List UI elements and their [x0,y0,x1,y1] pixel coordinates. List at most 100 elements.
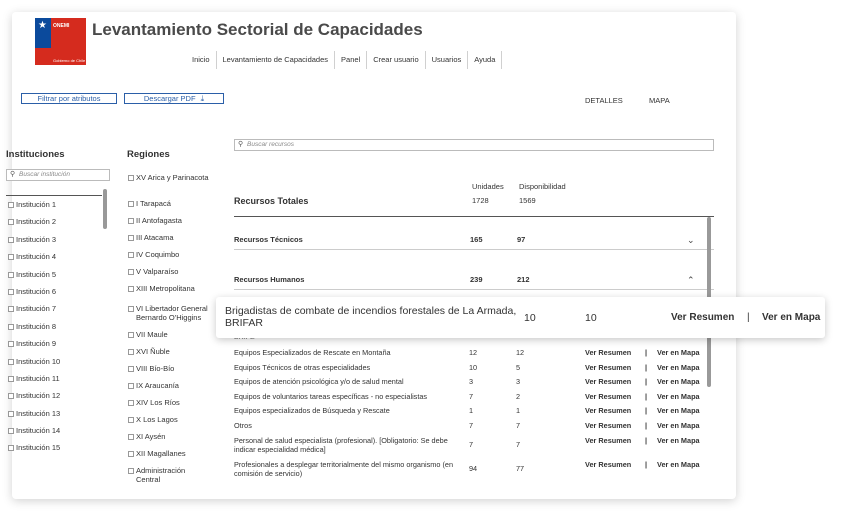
checkbox[interactable] [128,269,134,275]
checkbox[interactable] [8,254,14,261]
instituciones-list: Institución 1 Institución 2 Institución … [8,200,60,461]
checkbox[interactable] [128,451,134,457]
checkbox[interactable] [128,332,134,338]
chevron-up-icon[interactable]: ⌃ [687,275,695,286]
checkbox[interactable] [8,202,14,208]
ver-resumen-link[interactable]: Ver Resumen [585,421,631,430]
checkbox[interactable] [8,358,14,365]
ver-resumen-link[interactable]: Ver Resumen [585,406,631,415]
ver-resumen-link[interactable]: Ver Resumen [585,436,631,445]
download-pdf-button[interactable]: Descargar PDF ⤓ [124,93,224,104]
region-item[interactable]: I Tarapacá [128,199,220,216]
checkbox[interactable] [8,393,14,400]
institucion-item[interactable]: Institución 11 [8,374,60,391]
institucion-item[interactable]: Institución 15 [8,443,60,460]
checkbox[interactable] [8,236,14,243]
checkbox[interactable] [8,271,14,278]
checkbox[interactable] [128,235,134,241]
ver-en-mapa-link[interactable]: Ver en Mapa [657,406,700,415]
ver-en-mapa-link[interactable]: Ver en Mapa [657,421,700,430]
nav-crear-usuario[interactable]: Crear usuario [366,51,424,69]
checkbox[interactable] [128,349,134,355]
checkbox[interactable] [128,383,134,389]
checkbox[interactable] [8,341,14,348]
recursos-humanos-label[interactable]: Recursos Humanos [234,275,304,284]
checkbox[interactable] [128,400,134,406]
region-item[interactable]: VII Maule [128,330,220,347]
region-item[interactable]: XII Magallanes [128,449,220,466]
search-institucion-input[interactable]: ⚲ Buscar institución [6,169,110,181]
nav-panel[interactable]: Panel [334,51,366,69]
institucion-item[interactable]: Institución 2 [8,217,60,234]
institucion-item[interactable]: Institución 1 [8,200,60,217]
institucion-item[interactable]: Institución 8 [8,322,60,339]
nav-usuarios[interactable]: Usuarios [424,51,468,69]
ver-en-mapa-link[interactable]: Ver en Mapa [657,392,700,401]
checkbox[interactable] [8,323,14,330]
institucion-item[interactable]: Institución 5 [8,270,60,287]
ver-resumen-link[interactable]: Ver Resumen [585,392,631,401]
checkbox[interactable] [128,366,134,372]
region-item[interactable]: XI Aysén [128,432,220,449]
recursos-tecnicos-label[interactable]: Recursos Técnicos [234,235,303,244]
nav-levantamiento[interactable]: Levantamiento de Capacidades [215,51,335,69]
search-recursos-input[interactable]: ⚲ Buscar recursos [234,139,714,151]
region-item[interactable]: X Los Lagos [128,415,220,432]
instituciones-scrollbar[interactable] [103,189,107,229]
region-item[interactable]: IX Araucanía [128,381,220,398]
checkbox[interactable] [8,428,14,435]
region-item[interactable]: II Antofagasta [128,216,220,233]
ver-resumen-link[interactable]: Ver Resumen [671,312,734,323]
ver-resumen-link[interactable]: Ver Resumen [585,460,631,469]
region-item[interactable]: XV Arica y Parinacota [128,173,220,199]
checkbox[interactable] [8,219,14,226]
region-item[interactable]: VIII Bío-Bío [128,364,220,381]
checkbox[interactable] [8,375,14,382]
checkbox[interactable] [128,201,134,207]
ver-en-mapa-link[interactable]: Ver en Mapa [657,348,700,357]
checkbox[interactable] [128,218,134,224]
checkbox[interactable] [128,434,134,440]
institucion-item[interactable]: Institución 7 [8,304,60,321]
nav-inicio[interactable]: Inicio [186,51,216,69]
checkbox[interactable] [128,417,134,423]
tab-mapa[interactable]: MAPA [649,96,670,105]
checkbox[interactable] [128,252,134,258]
institucion-item[interactable]: Institución 10 [8,357,60,374]
ver-en-mapa-link[interactable]: Ver en Mapa [657,460,700,469]
tab-detalles[interactable]: DETALLES [585,96,623,105]
ver-en-mapa-link[interactable]: Ver en Mapa [657,377,700,386]
checkbox[interactable] [128,468,134,474]
institucion-item[interactable]: Institución 12 [8,391,60,408]
chevron-down-icon[interactable]: ⌄ [687,235,695,246]
checkbox[interactable] [128,286,134,292]
checkbox[interactable] [128,175,134,181]
ver-en-mapa-link[interactable]: Ver en Mapa [657,363,700,372]
checkbox[interactable] [8,445,14,452]
institucion-item[interactable]: Institución 3 [8,235,60,252]
ver-resumen-link[interactable]: Ver Resumen [585,348,631,357]
checkbox[interactable] [128,306,134,312]
checkbox[interactable] [8,306,14,313]
ver-en-mapa-link[interactable]: Ver en Mapa [762,312,820,323]
filter-button[interactable]: Filtrar por atributos [21,93,117,104]
checkbox[interactable] [8,410,14,417]
institucion-item[interactable]: Institución 9 [8,339,60,356]
region-item[interactable]: V Valparaíso [128,267,220,284]
institucion-item[interactable]: Institución 4 [8,252,60,269]
institucion-item[interactable]: Institución 14 [8,426,60,443]
institucion-item[interactable]: Institución 6 [8,287,60,304]
region-item[interactable]: Administración Central [128,466,220,486]
region-item[interactable]: IV Coquimbo [128,250,220,267]
nav-ayuda[interactable]: Ayuda [467,51,503,69]
region-item[interactable]: VI Libertador General Bernardo O'Higgins [128,304,220,330]
region-item[interactable]: XVI Ñuble [128,347,220,364]
ver-resumen-link[interactable]: Ver Resumen [585,363,631,372]
region-item[interactable]: III Atacama [128,233,220,250]
ver-resumen-link[interactable]: Ver Resumen [585,377,631,386]
checkbox[interactable] [8,288,14,295]
ver-en-mapa-link[interactable]: Ver en Mapa [657,436,700,445]
region-item[interactable]: XIII Metropolitana [128,284,220,304]
region-item[interactable]: XIV Los Ríos [128,398,220,415]
institucion-item[interactable]: Institución 13 [8,409,60,426]
